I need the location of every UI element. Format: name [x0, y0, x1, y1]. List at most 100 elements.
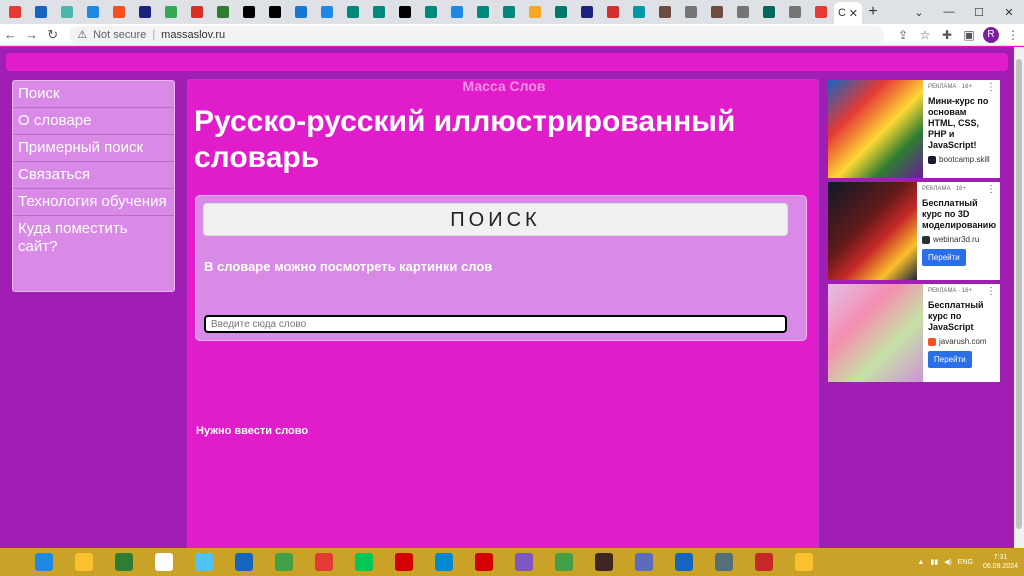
- browser-tab[interactable]: [2, 0, 28, 24]
- browser-tab[interactable]: [470, 0, 496, 24]
- tray-arrow-icon[interactable]: ▲: [917, 559, 924, 566]
- browser-tab[interactable]: [28, 0, 54, 24]
- ad-source[interactable]: bootcamp.skill: [928, 155, 996, 164]
- volume-icon[interactable]: ◀): [944, 558, 952, 566]
- browser-tab[interactable]: [340, 0, 366, 24]
- tab-search-icon[interactable]: ⌄: [904, 0, 934, 24]
- ad-cta-button[interactable]: Перейти: [928, 351, 972, 368]
- bookmark-star-icon[interactable]: ☆: [914, 24, 936, 46]
- taskbar-app-icon[interactable]: [344, 548, 384, 576]
- browser-tab[interactable]: [158, 0, 184, 24]
- browser-tab[interactable]: [184, 0, 210, 24]
- ad-more-icon[interactable]: ⋮: [986, 184, 996, 195]
- ad-card[interactable]: РЕКЛАМА · 16+ ⋮ Мини-курс по основам HTML,…: [828, 80, 1000, 178]
- extensions-icon[interactable]: ✚: [936, 24, 958, 46]
- back-button[interactable]: ←: [0, 24, 21, 46]
- browser-tab[interactable]: [808, 0, 834, 24]
- browser-tab[interactable]: [54, 0, 80, 24]
- taskbar-app-icon[interactable]: [464, 548, 504, 576]
- ad-image[interactable]: [828, 80, 923, 178]
- browser-tab[interactable]: [418, 0, 444, 24]
- browser-tab[interactable]: [288, 0, 314, 24]
- sidebar-item[interactable]: О словаре: [13, 108, 174, 135]
- browser-tab[interactable]: [652, 0, 678, 24]
- ad-card[interactable]: РЕКЛАМА · 16+ ⋮ Бесплатный курс по JavaScr…: [828, 284, 1000, 382]
- ad-title[interactable]: Бесплатный курс по 3D моделированию: [922, 198, 996, 231]
- side-panel-icon[interactable]: ▣: [958, 24, 980, 46]
- taskbar-app-icon[interactable]: [304, 548, 344, 576]
- ad-source[interactable]: javarush.com: [928, 337, 996, 346]
- ad-card[interactable]: РЕКЛАМА · 16+ ⋮ Бесплатный курс по 3D моде…: [828, 182, 1000, 280]
- taskbar-app-icon[interactable]: [144, 548, 184, 576]
- taskbar-app-icon[interactable]: [224, 548, 264, 576]
- ad-more-icon[interactable]: ⋮: [986, 82, 996, 93]
- sidebar-item[interactable]: Связаться: [13, 162, 174, 189]
- browser-tab[interactable]: [574, 0, 600, 24]
- network-icon[interactable]: ▮▮: [930, 558, 938, 566]
- ad-source[interactable]: webinar3d.ru: [922, 235, 996, 244]
- taskbar-app-icon[interactable]: [264, 548, 304, 576]
- forward-button[interactable]: →: [21, 24, 42, 46]
- browser-tab[interactable]: [548, 0, 574, 24]
- ad-image[interactable]: [828, 182, 918, 280]
- browser-tab[interactable]: [392, 0, 418, 24]
- word-input[interactable]: [204, 315, 787, 333]
- language-indicator[interactable]: ENG: [958, 559, 973, 566]
- taskbar-app-icon[interactable]: [104, 548, 144, 576]
- clock[interactable]: 7:31 06.09.2024: [983, 553, 1018, 571]
- active-tab[interactable]: C ✕: [834, 2, 862, 24]
- minimize-button[interactable]: —: [934, 0, 964, 24]
- ad-more-icon[interactable]: ⋮: [986, 286, 996, 297]
- maximize-button[interactable]: ☐: [964, 0, 994, 24]
- taskbar-app-icon[interactable]: [64, 548, 104, 576]
- page-scrollbar[interactable]: [1014, 47, 1024, 548]
- sidebar-item[interactable]: Технология обучения: [13, 189, 174, 216]
- browser-tab[interactable]: [600, 0, 626, 24]
- browser-tab[interactable]: [132, 0, 158, 24]
- ad-title[interactable]: Бесплатный курс по JavaScript: [928, 300, 996, 333]
- taskbar-app-icon[interactable]: [184, 548, 224, 576]
- profile-avatar[interactable]: R: [980, 24, 1002, 46]
- taskbar-app-icon[interactable]: [24, 548, 64, 576]
- taskbar-app-icon[interactable]: [384, 548, 424, 576]
- share-icon[interactable]: ⇪: [892, 24, 914, 46]
- browser-tab[interactable]: [678, 0, 704, 24]
- browser-tab[interactable]: [730, 0, 756, 24]
- browser-tab[interactable]: [106, 0, 132, 24]
- close-tab-icon[interactable]: ✕: [849, 7, 858, 20]
- scrollbar-thumb[interactable]: [1016, 59, 1022, 529]
- browser-tab[interactable]: [80, 0, 106, 24]
- taskbar-app-icon[interactable]: [424, 548, 464, 576]
- browser-tab[interactable]: [236, 0, 262, 24]
- ad-image[interactable]: [828, 284, 923, 382]
- sidebar-item[interactable]: Поиск: [13, 81, 174, 108]
- reload-button[interactable]: ↻: [42, 24, 63, 46]
- browser-tab[interactable]: [210, 0, 236, 24]
- taskbar-app-icon[interactable]: [784, 548, 824, 576]
- search-button[interactable]: ПОИСК: [203, 203, 788, 236]
- browser-tab[interactable]: [756, 0, 782, 24]
- sidebar-item[interactable]: Куда поместить сайт?: [13, 216, 174, 260]
- menu-icon[interactable]: ⋮: [1002, 24, 1024, 46]
- browser-tab[interactable]: [522, 0, 548, 24]
- ad-title[interactable]: Мини-курс по основам HTML, CSS, PHP и Ja…: [928, 96, 996, 151]
- browser-tab[interactable]: [366, 0, 392, 24]
- taskbar-app-icon[interactable]: [704, 548, 744, 576]
- ad-cta-button[interactable]: Перейти: [922, 249, 966, 266]
- browser-tab[interactable]: [704, 0, 730, 24]
- taskbar-app-icon[interactable]: [664, 548, 704, 576]
- close-window-button[interactable]: ✕: [994, 0, 1024, 24]
- browser-tab[interactable]: [262, 0, 288, 24]
- taskbar-app-icon[interactable]: [744, 548, 784, 576]
- taskbar-app-icon[interactable]: [504, 548, 544, 576]
- browser-tab[interactable]: [782, 0, 808, 24]
- address-bar[interactable]: ⚠ Not secure | massaslov.ru: [69, 25, 885, 44]
- taskbar-app-icon[interactable]: [624, 548, 664, 576]
- taskbar-app-icon[interactable]: [584, 548, 624, 576]
- browser-tab[interactable]: [496, 0, 522, 24]
- browser-tab[interactable]: [444, 0, 470, 24]
- new-tab-button[interactable]: +: [862, 1, 884, 23]
- browser-tab[interactable]: [314, 0, 340, 24]
- browser-tab[interactable]: [626, 0, 652, 24]
- taskbar-app-icon[interactable]: [544, 548, 584, 576]
